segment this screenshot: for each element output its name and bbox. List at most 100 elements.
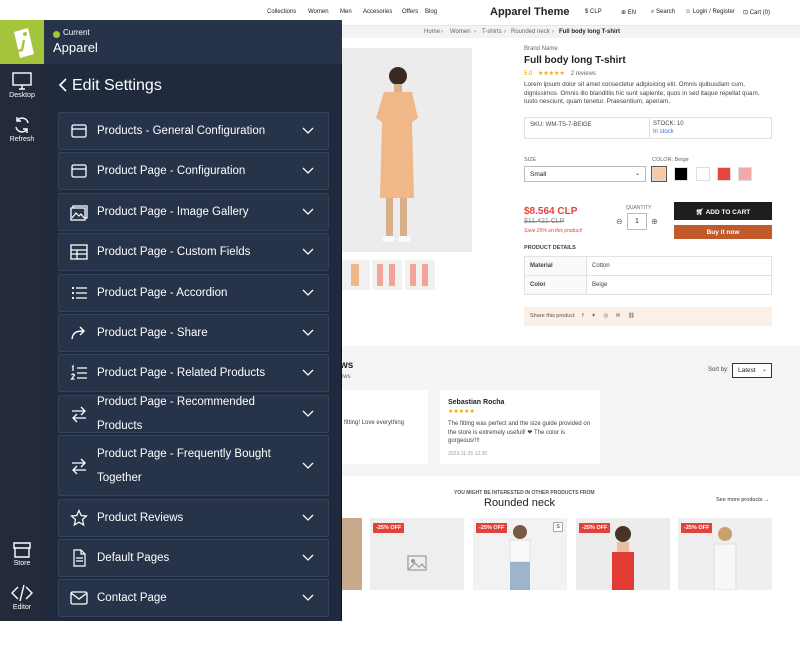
swap-arrows-icon (72, 458, 86, 475)
app-logo[interactable] (0, 20, 44, 64)
back-button[interactable] (56, 77, 72, 93)
sort-select[interactable]: Latest ⌄ (732, 363, 772, 378)
product-rating[interactable]: 5.0 ★★★★★ 2 reviews (524, 70, 596, 77)
nav-accessories[interactable]: Accesories (363, 9, 392, 15)
size-select[interactable]: Small ⌄ (524, 166, 646, 182)
settings-item-product-page-custom-fields[interactable]: Product Page - Custom Fields (58, 233, 329, 272)
store-icon (13, 542, 31, 558)
arrow-right-icon: → (764, 497, 770, 503)
chevron-down-icon (302, 410, 314, 417)
settings-item-contact-page[interactable]: Contact Page (58, 579, 329, 618)
editor-button[interactable]: Editor (0, 584, 44, 611)
settings-item-product-reviews[interactable]: Product Reviews (58, 498, 329, 537)
nav-blog[interactable]: Blog (425, 9, 437, 15)
breadcrumb-item[interactable]: Home (424, 29, 440, 35)
color-swatch-white[interactable] (696, 167, 710, 181)
login-link[interactable]: ☺ Login / Register (685, 9, 735, 15)
review-card: fitting! Love everything (340, 390, 428, 464)
social-share-icons[interactable]: f ✦ ◎ ✉ ⛓ (582, 313, 638, 319)
cart-label: Cart (0) (749, 10, 771, 16)
numbered-list-icon (70, 364, 87, 380)
settings-item-product-page-image-gallery[interactable]: Product Page - Image Gallery (58, 192, 329, 231)
search-link[interactable]: ⌕ Search (651, 9, 675, 16)
quantity-minus-button[interactable]: ⊖ (616, 217, 623, 226)
tag-logo-icon (14, 28, 34, 58)
nav-women[interactable]: Women (308, 9, 329, 15)
product-description: Lorem ipsum dolor sit amet consectetur a… (524, 81, 760, 105)
review-stars: ★★★★★ (448, 409, 475, 415)
desktop-button[interactable]: Desktop (0, 72, 44, 99)
chevron-down-icon: ⌄ (761, 367, 767, 373)
add-to-cart-button[interactable]: 🛒︎ ADD TO CART (674, 202, 772, 220)
store-brand[interactable]: Apparel Theme (490, 6, 569, 18)
nav-men[interactable]: Men (340, 9, 352, 15)
color-swatch-beige[interactable] (651, 166, 667, 182)
code-icon (11, 584, 33, 602)
reviews-count[interactable]: 2 reviews (571, 71, 596, 77)
product-card[interactable]: -25% OFF (370, 518, 464, 590)
language-selector[interactable]: ⊕ EN (621, 9, 636, 16)
desktop-label: Desktop (9, 92, 35, 99)
see-more-link[interactable]: See more products → (716, 497, 770, 503)
settings-item-label: Product Page - Share (97, 327, 208, 339)
chevron-down-icon (302, 248, 314, 256)
breadcrumb-item[interactable]: Rounded neck (511, 29, 550, 35)
quantity-plus-button[interactable]: ⊕ (651, 217, 658, 226)
settings-item-label: Product Reviews (97, 511, 184, 524)
search-label: Search (656, 9, 676, 15)
settings-item-default-pages[interactable]: Default Pages (58, 539, 329, 577)
color-label: COLOR: Beige (652, 157, 689, 163)
product-details-label: PRODUCT DETAILS (524, 245, 576, 251)
stock-label: STOCK: 10 (653, 121, 684, 127)
chevron-down-icon (302, 127, 314, 134)
settings-item-product-page-recommended-products[interactable]: Product Page - Recommended Products (58, 394, 329, 433)
product-thumbnail[interactable] (405, 260, 435, 290)
settings-item-products-general-configuration[interactable]: Products - General Configuration (58, 112, 329, 150)
product-card[interactable]: -25% OFF (678, 518, 772, 590)
settings-item-product-page-accordion[interactable]: Product Page - Accordion (58, 273, 329, 312)
product-card[interactable] (340, 518, 362, 590)
buy-now-button[interactable]: Buy it now (674, 225, 772, 239)
envelope-icon (70, 591, 88, 606)
breadcrumb-item[interactable]: Women (450, 29, 471, 35)
detail-key: Material (524, 256, 587, 276)
settings-item-product-page-configuration[interactable]: Product Page - Configuration (58, 152, 329, 191)
product-main-image[interactable] (340, 48, 472, 252)
share-label: Share this product (530, 313, 575, 319)
settings-item-product-page-frequently-bought-together[interactable]: Product Page - Frequently Bought Togethe… (58, 435, 329, 497)
currency-value: CLP (590, 9, 602, 15)
refresh-label: Refresh (9, 136, 35, 143)
chevron-left-icon (58, 78, 67, 92)
model-illustration (376, 67, 418, 242)
quantity-input[interactable]: 1 (627, 213, 647, 230)
color-swatch-red[interactable] (717, 167, 731, 181)
gallery-icon (70, 205, 88, 221)
review-card: Sebastian Rocha ★★★★★ The fitting was pe… (440, 390, 600, 464)
settings-item-label: Product Page - Image Gallery (97, 205, 249, 218)
product-card[interactable]: -25% OFF (576, 518, 670, 590)
nav-offers[interactable]: Offers (402, 9, 418, 15)
currency-selector[interactable]: $ CLP (585, 9, 602, 15)
editor-label: Editor (12, 604, 32, 611)
breadcrumb-item[interactable]: T-shirts (482, 29, 502, 35)
theme-header[interactable]: Current Apparel (44, 20, 342, 64)
sku-stock-box: SKU: WM-TS-7-BEIGE STOCK: 10 In stock (524, 117, 772, 139)
product-card[interactable]: -25% OFF S (473, 518, 567, 590)
cart-link[interactable]: ⊡ Cart (0) (743, 9, 770, 16)
color-swatch-pink[interactable] (738, 167, 752, 181)
review-text-fragment: fitting! Love everything (344, 420, 405, 426)
settings-item-label: Default Pages (97, 552, 170, 564)
rating-value: 5.0 (524, 71, 533, 77)
color-swatch-black[interactable] (674, 167, 688, 181)
product-thumbnail[interactable] (340, 260, 370, 290)
monitor-icon (12, 72, 32, 90)
size-value: Small (530, 171, 547, 178)
nav-collections[interactable]: Collections (267, 9, 296, 15)
refresh-button[interactable]: Refresh (0, 116, 44, 143)
settings-item-product-page-related-products[interactable]: Product Page - Related Products (58, 354, 329, 393)
settings-item-product-page-share[interactable]: Product Page - Share (58, 314, 329, 352)
review-date: 2023-11-25 12:30 (448, 451, 488, 457)
product-thumbnail[interactable] (372, 260, 402, 290)
store-button[interactable]: Store (0, 540, 44, 567)
settings-item-label: Product Page - Configuration (97, 165, 246, 178)
